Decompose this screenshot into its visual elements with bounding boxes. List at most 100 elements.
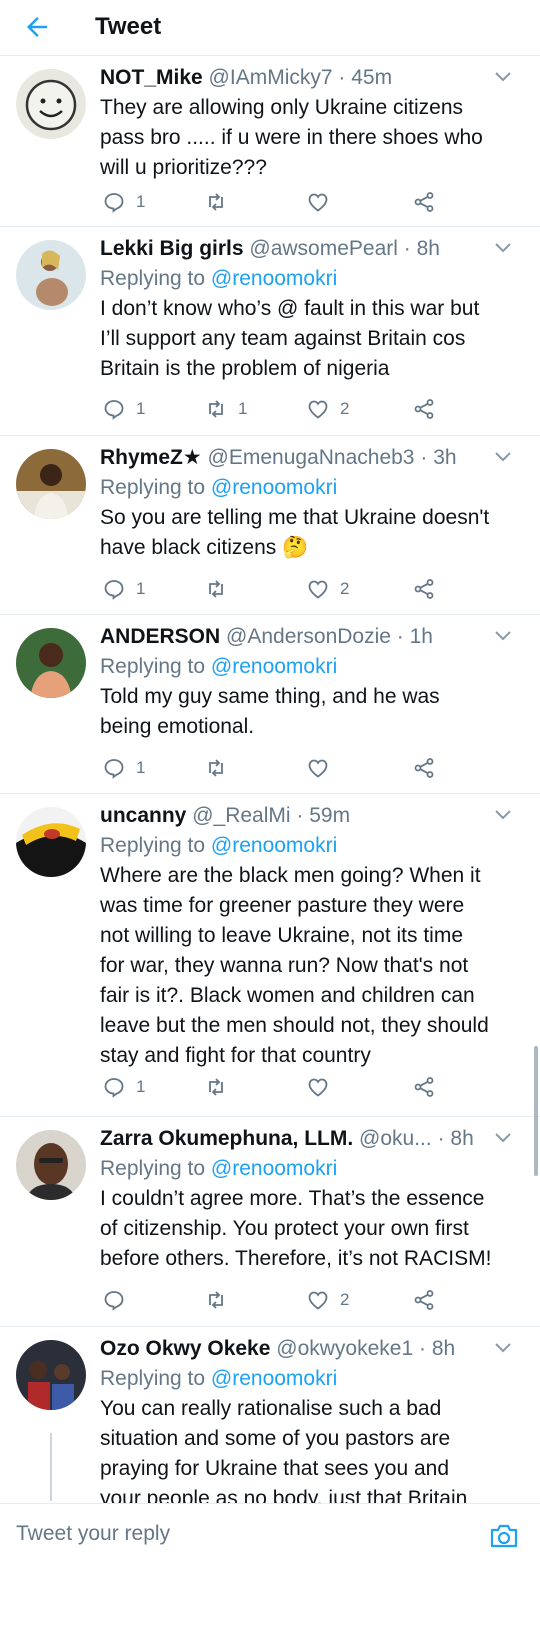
separator-dot: · [403, 237, 411, 260]
separator-dot: · [396, 625, 404, 648]
reply-button[interactable]: 1 [102, 1072, 145, 1102]
avatar[interactable] [16, 1340, 86, 1410]
tweet-line: pass bro ..... if u were in there shoes … [100, 126, 483, 149]
mention-link[interactable]: @renoomokri [211, 267, 337, 290]
retweet-button[interactable]: 1 [204, 394, 247, 424]
reply-button[interactable]: 1 [102, 753, 145, 783]
avatar[interactable] [16, 69, 86, 139]
like-button[interactable] [306, 1072, 340, 1102]
timestamp[interactable]: 8h [432, 1337, 455, 1360]
tweet-item[interactable]: RhymeZ★ @EmenugaNnacheb3 · 3h Replying t… [0, 437, 540, 615]
timestamp[interactable]: 3h [433, 446, 456, 469]
tweet-line: not willing to leave Ukraine, not its ti… [100, 924, 463, 947]
mention-link[interactable]: @renoomokri [211, 655, 337, 678]
tweet-actions: 2 [100, 1285, 526, 1315]
reply-button[interactable]: 1 [102, 394, 145, 424]
tweet-line: leave but the men should not, they shoul… [100, 1014, 489, 1037]
share-button[interactable] [412, 394, 436, 424]
tweet-actions: 1 2 [100, 574, 526, 604]
share-button[interactable] [412, 187, 436, 217]
tweet-text: You can really rationalise such a bad si… [100, 1394, 526, 1503]
reply-icon [104, 193, 124, 213]
like-button[interactable]: 2 [306, 574, 349, 604]
avatar[interactable] [16, 449, 86, 519]
scrollbar[interactable] [534, 1046, 538, 1176]
like-button[interactable]: 2 [306, 394, 349, 424]
avatar[interactable] [16, 628, 86, 698]
like-button[interactable] [306, 753, 340, 783]
display-name[interactable]: Zarra Okumephuna, LLM. [100, 1127, 353, 1150]
back-arrow-icon[interactable] [22, 12, 52, 42]
retweet-button[interactable] [204, 1285, 238, 1315]
mention-link[interactable]: @renoomokri [211, 476, 337, 499]
tweet-item[interactable]: uncanny @_RealMi · 59m Replying to @reno… [0, 795, 540, 1117]
like-button[interactable]: 2 [306, 1285, 349, 1315]
chevron-down-icon[interactable] [494, 1132, 512, 1144]
page-title: Tweet [95, 13, 162, 40]
username[interactable]: @awsomePearl [249, 237, 398, 260]
reply-button[interactable]: 1 [102, 187, 145, 217]
like-icon [308, 759, 328, 778]
tweet-line: stay and fight for that country [100, 1044, 371, 1067]
share-button[interactable] [412, 753, 436, 783]
display-name[interactable]: uncanny [100, 804, 186, 827]
tweet-text: Where are the black men going? When it w… [100, 861, 526, 1071]
chevron-down-icon[interactable] [494, 242, 512, 254]
tweet-text: So you are telling me that Ukraine doesn… [100, 503, 526, 563]
retweet-button[interactable] [204, 187, 238, 217]
username[interactable]: @_RealMi [192, 804, 290, 827]
timestamp[interactable]: 1h [410, 625, 433, 648]
username[interactable]: @oku... [359, 1127, 432, 1150]
username[interactable]: @EmenugaNnacheb3 [208, 446, 415, 469]
tweet-item[interactable]: ANDERSON @AndersonDozie · 1h Replying to… [0, 616, 540, 794]
share-icon [414, 579, 434, 599]
chevron-down-icon[interactable] [494, 630, 512, 642]
tweet-line: I couldn’t agree more. That’s the essenc… [100, 1187, 485, 1210]
share-button[interactable] [412, 574, 436, 604]
retweet-icon [209, 1291, 223, 1309]
chevron-down-icon[interactable] [494, 71, 512, 83]
avatar[interactable] [16, 807, 86, 877]
avatar[interactable] [16, 240, 86, 310]
chevron-down-icon[interactable] [494, 809, 512, 821]
share-button[interactable] [412, 1072, 436, 1102]
camera-icon[interactable] [489, 1522, 519, 1550]
tweet-item[interactable]: Ozo Okwy Okeke @okwyokeke1 · 8h Replying… [0, 1328, 540, 1503]
retweet-button[interactable] [204, 753, 238, 783]
reply-input[interactable]: Tweet your reply [16, 1522, 170, 1546]
reply-button[interactable] [102, 1285, 136, 1315]
username[interactable]: @okwyokeke1 [276, 1337, 413, 1360]
username[interactable]: @AndersonDozie [226, 625, 391, 648]
timestamp[interactable]: 8h [417, 237, 440, 260]
reply-button[interactable]: 1 [102, 574, 145, 604]
timestamp[interactable]: 45m [351, 66, 392, 89]
replying-to: Replying to @renoomokri [100, 1364, 526, 1394]
timestamp[interactable]: 8h [450, 1127, 473, 1150]
retweet-button[interactable] [204, 1072, 238, 1102]
replying-label: Replying to [100, 1157, 206, 1180]
chevron-down-icon[interactable] [494, 1342, 512, 1354]
display-name[interactable]: NOT_Mike [100, 66, 203, 89]
avatar[interactable] [16, 1130, 86, 1200]
timestamp[interactable]: 59m [309, 804, 350, 827]
retweet-icon [209, 400, 223, 418]
display-name[interactable]: RhymeZ★ [100, 446, 202, 469]
tweet-item[interactable]: Lekki Big girls @awsomePearl · 8h Replyi… [0, 228, 540, 436]
share-button[interactable] [412, 1285, 436, 1315]
display-name[interactable]: Lekki Big girls [100, 237, 244, 260]
tweet-item[interactable]: NOT_Mike @IAmMicky7 · 45m They are allow… [0, 57, 540, 227]
chevron-down-icon[interactable] [494, 451, 512, 463]
tweet-line: Britain is the problem of nigeria [100, 357, 390, 380]
tweet-text: I don’t know who’s @ fault in this war b… [100, 294, 526, 384]
display-name[interactable]: ANDERSON [100, 625, 220, 648]
tweet-item[interactable]: Zarra Okumephuna, LLM. @oku... · 8h Repl… [0, 1118, 540, 1327]
mention-link[interactable]: @renoomokri [211, 834, 337, 857]
mention-link[interactable]: @renoomokri [211, 1157, 337, 1180]
mention-link[interactable]: @renoomokri [211, 1367, 337, 1390]
retweet-button[interactable] [204, 574, 238, 604]
like-button[interactable] [306, 187, 340, 217]
replying-label: Replying to [100, 1367, 206, 1390]
username[interactable]: @IAmMicky7 [209, 66, 333, 89]
display-name[interactable]: Ozo Okwy Okeke [100, 1337, 270, 1360]
tweet-header: Lekki Big girls @awsomePearl · 8h [100, 234, 526, 264]
